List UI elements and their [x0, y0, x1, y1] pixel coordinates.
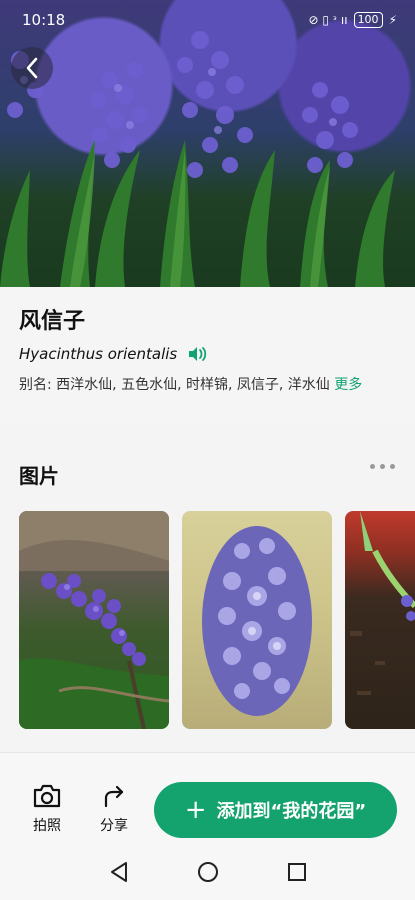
share-label: 分享: [100, 818, 128, 834]
share-icon: [104, 785, 124, 808]
photo-thumbnail-1[interactable]: [19, 511, 169, 729]
nav-home-button[interactable]: [197, 861, 219, 883]
status-time: 10:18: [22, 11, 66, 29]
add-to-garden-button[interactable]: + 添加到“我的花园”: [154, 782, 397, 838]
triangle-back-icon: [110, 862, 127, 882]
signal-icon: ⊘ ▯ ᵌ ıı: [308, 13, 348, 27]
scientific-name: Hyacinthus orientalis: [19, 345, 178, 363]
plus-icon: +: [184, 795, 207, 825]
back-button[interactable]: [11, 47, 53, 89]
photos-title: 图片: [19, 464, 59, 488]
photo-thumbnail-3[interactable]: [345, 511, 415, 729]
system-nav-bar: [0, 844, 415, 900]
battery-icon: 100: [353, 12, 383, 28]
charging-icon: ⚡: [388, 13, 397, 27]
more-options-icon[interactable]: [370, 464, 395, 469]
alias-list: 别名: 西洋水仙, 五色水仙, 时样锦, 凤信子, 洋水仙: [19, 377, 335, 393]
alias-text: 别名: 西洋水仙, 五色水仙, 时样锦, 凤信子, 洋水仙 更多: [19, 375, 404, 396]
nav-recents-button[interactable]: [287, 862, 307, 882]
speaker-icon[interactable]: [187, 346, 207, 362]
camera-label: 拍照: [33, 818, 61, 834]
bottom-action-bar: 拍照 分享 + 添加到“我的花园”: [0, 752, 415, 844]
nav-back-button[interactable]: [109, 861, 129, 883]
add-to-garden-label: 添加到“我的花园”: [216, 801, 367, 822]
share-button[interactable]: 分享: [89, 783, 139, 835]
status-bar: 10:18 ⊘ ▯ ᵌ ıı 100 ⚡: [0, 0, 415, 40]
photo-thumbnail-2[interactable]: [182, 511, 332, 729]
circle-home-icon: [197, 862, 218, 882]
square-recents-icon: [287, 863, 306, 881]
more-aliases-link[interactable]: 更多: [334, 377, 362, 393]
scientific-name-row: Hyacinthus orientalis: [19, 345, 207, 363]
camera-button[interactable]: 拍照: [22, 783, 72, 835]
photos-section: 图片: [0, 440, 415, 750]
plant-name: 风信子: [19, 309, 86, 334]
chevron-left-icon: [26, 57, 38, 79]
hero-image: [0, 0, 415, 287]
plant-info: 风信子 Hyacinthus orientalis 别名: 西洋水仙, 五色水仙…: [0, 287, 415, 423]
camera-icon: [33, 784, 61, 808]
